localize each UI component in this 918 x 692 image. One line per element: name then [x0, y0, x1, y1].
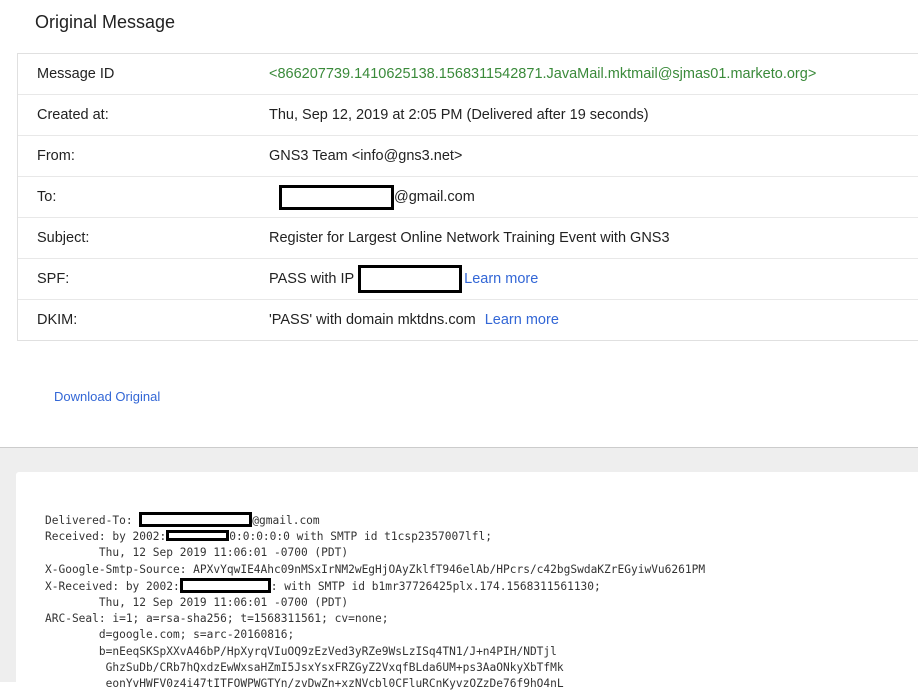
subject-value: Register for Largest Online Network Trai…: [269, 230, 670, 246]
page-title: Original Message: [35, 12, 176, 32]
raw-line: X-Google-Smtp-Source: APXvYqwIE4Ahc09nMS…: [45, 562, 706, 576]
raw-line: eonYvHWFV0z4i47tITFOWPWGTYn/zvDwZn+xzNVc…: [45, 677, 564, 691]
row-from: From: GNS3 Team <info@gns3.net>: [18, 136, 918, 177]
download-original-link[interactable]: Download Original: [54, 389, 160, 404]
raw-line: X-Received: by 2002:: with SMTP id b1mr3…: [45, 577, 601, 593]
spf-value: PASS with IP Learn more: [269, 265, 538, 293]
row-subject: Subject: Register for Largest Online Net…: [18, 218, 918, 259]
raw-message-source: Delivered-To: @gmail.com Received: by 20…: [45, 512, 705, 692]
spf-learn-more-link[interactable]: Learn more: [464, 271, 538, 287]
redaction-box: [139, 512, 253, 527]
row-spf: SPF: PASS with IP Learn more: [18, 259, 918, 300]
raw-line: d=google.com; s=arc-20160816;: [45, 628, 295, 642]
created-at-value: Thu, Sep 12, 2019 at 2:05 PM (Delivered …: [269, 107, 649, 123]
raw-line: Delivered-To: @gmail.com: [45, 512, 320, 527]
raw-line: GhzSuDb/CRb7hQxdzEwWxsaHZmI5JsxYsxFRZGyZ…: [45, 660, 564, 674]
dkim-learn-more-link[interactable]: Learn more: [485, 312, 559, 328]
message-id-value: <866207739.1410625138.1568311542871.Java…: [269, 66, 817, 82]
raw-line: Received: by 2002: 0:0:0:0:0 with SMTP id…: [45, 530, 492, 544]
redaction-box: [279, 184, 394, 210]
dkim-label: DKIM:: [37, 312, 78, 328]
redaction-box: [179, 577, 271, 593]
row-message-id: Message ID <866207739.1410625138.1568311…: [18, 54, 918, 95]
message-details-table: Message ID <866207739.1410625138.1568311…: [17, 53, 918, 341]
created-at-label: Created at:: [37, 107, 109, 123]
row-created-at: Created at: Thu, Sep 12, 2019 at 2:05 PM…: [18, 95, 918, 136]
message-id-label: Message ID: [37, 66, 115, 82]
raw-line: Thu, 12 Sep 2019 11:06:01 -0700 (PDT): [45, 596, 349, 610]
spf-text: PASS with IP: [269, 271, 355, 287]
from-value: GNS3 Team <info@gns3.net>: [269, 148, 463, 164]
to-domain: @gmail.com: [394, 189, 475, 205]
redaction-box: [358, 265, 463, 293]
raw-line: Thu, 12 Sep 2019 11:06:01 -0700 (PDT): [45, 546, 349, 560]
dkim-value: 'PASS' with domain mktdns.com Learn more: [269, 312, 559, 328]
row-dkim: DKIM: 'PASS' with domain mktdns.com Lear…: [18, 300, 918, 340]
raw-line: b=nEeqSKSpXXvA46bP/HpXyrqVIuOQ9zEzVed3yR…: [45, 644, 557, 658]
subject-label: Subject:: [37, 230, 90, 246]
row-to: To: @gmail.com: [18, 177, 918, 218]
dkim-text: 'PASS' with domain mktdns.com: [269, 312, 476, 328]
to-label: To:: [37, 189, 57, 205]
spf-label: SPF:: [37, 271, 70, 287]
raw-line: ARC-Seal: i=1; a=rsa-sha256; t=156831156…: [45, 612, 389, 626]
redaction-box: [166, 530, 230, 542]
to-value: @gmail.com: [269, 184, 475, 210]
from-label: From:: [37, 148, 75, 164]
